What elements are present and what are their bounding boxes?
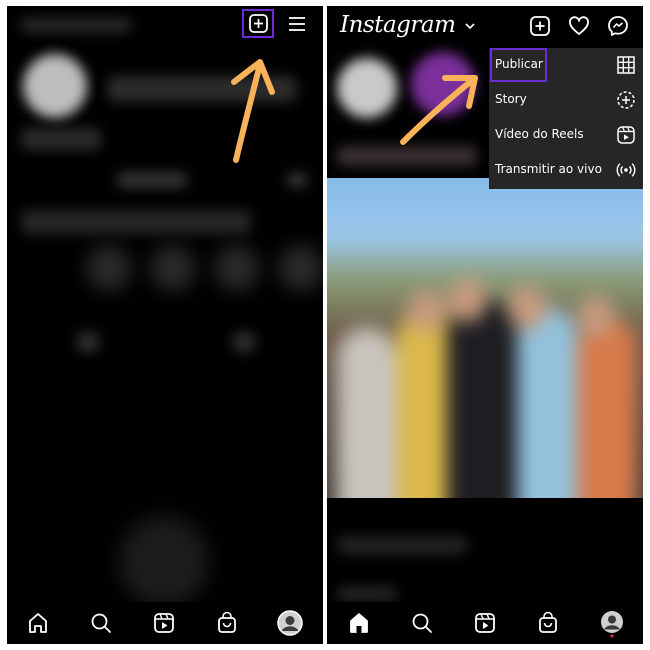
blurred-username	[21, 18, 131, 32]
search-nav-button[interactable]	[407, 608, 437, 638]
reels-nav-button[interactable]	[149, 608, 179, 638]
home-icon	[29, 613, 47, 633]
live-icon	[615, 159, 637, 181]
blurred-highlights-text	[21, 210, 251, 234]
shop-icon	[218, 611, 236, 633]
blurred-highlight	[87, 246, 131, 290]
shop-icon	[539, 611, 557, 633]
profile-nav-button[interactable]	[275, 608, 305, 638]
messenger-icon	[608, 16, 628, 36]
heart-icon	[569, 16, 589, 35]
create-button[interactable]	[528, 14, 552, 38]
blurred-caption	[337, 536, 467, 554]
home-nav-button[interactable]	[23, 608, 53, 638]
search-nav-button[interactable]	[86, 608, 116, 638]
blurred-button	[287, 172, 307, 188]
search-icon	[91, 613, 111, 633]
blurred-story	[337, 58, 397, 118]
plus-square-icon	[530, 16, 550, 36]
menu-item-label: Transmitir ao vivo	[495, 162, 602, 176]
app-logo-text: Instagram	[340, 12, 456, 38]
profile-avatar	[277, 610, 303, 636]
annotation-arrow	[400, 75, 478, 145]
reels-nav-button[interactable]	[470, 608, 500, 638]
profile-avatar	[601, 611, 623, 638]
menu-item-live[interactable]: Transmitir ao vivo	[489, 153, 643, 188]
shop-nav-button[interactable]	[212, 608, 242, 638]
blurred-highlight	[279, 246, 323, 290]
reels-icon	[154, 613, 174, 633]
menu-item-label: Vídeo do Reels	[495, 127, 584, 141]
blurred-avatar	[23, 54, 87, 118]
search-icon	[412, 613, 432, 633]
blurred-circle	[119, 516, 209, 606]
blurred-button	[117, 172, 187, 188]
messenger-button[interactable]	[606, 14, 630, 38]
blurred-post-image	[327, 178, 643, 498]
blurred-highlight	[215, 246, 259, 290]
instagram-logo[interactable]: Instagram	[340, 12, 476, 38]
annotation-arrow	[231, 59, 275, 163]
publicar-highlight-box	[490, 48, 547, 82]
chevron-down-icon	[465, 23, 475, 30]
blurred-bio	[21, 128, 101, 150]
blurred-tab-icon	[77, 332, 99, 352]
story-add-icon	[615, 89, 637, 111]
menu-item-reels[interactable]: Vídeo do Reels	[489, 118, 643, 153]
bottom-navigation	[327, 602, 643, 644]
new-post-highlight-box	[242, 9, 274, 38]
grid-icon	[615, 54, 637, 76]
bottom-navigation	[7, 602, 323, 644]
activity-button[interactable]	[567, 14, 591, 38]
hamburger-icon	[289, 17, 305, 31]
reels-icon	[475, 613, 495, 633]
feed-screen: Instagram Publicar Story Vídeo do Reels	[327, 6, 643, 644]
blurred-caption	[337, 586, 397, 602]
blurred-highlight	[151, 246, 195, 290]
home-nav-button[interactable]	[344, 608, 374, 638]
profile-screen	[7, 6, 323, 644]
blurred-tab-icon	[233, 332, 255, 352]
menu-item-label: Story	[495, 92, 527, 106]
shop-nav-button[interactable]	[533, 608, 563, 638]
menu-item-story[interactable]: Story	[489, 83, 643, 118]
reels-icon	[615, 124, 637, 146]
profile-nav-button[interactable]	[597, 608, 627, 638]
home-icon	[350, 613, 368, 633]
menu-button[interactable]	[286, 13, 308, 35]
